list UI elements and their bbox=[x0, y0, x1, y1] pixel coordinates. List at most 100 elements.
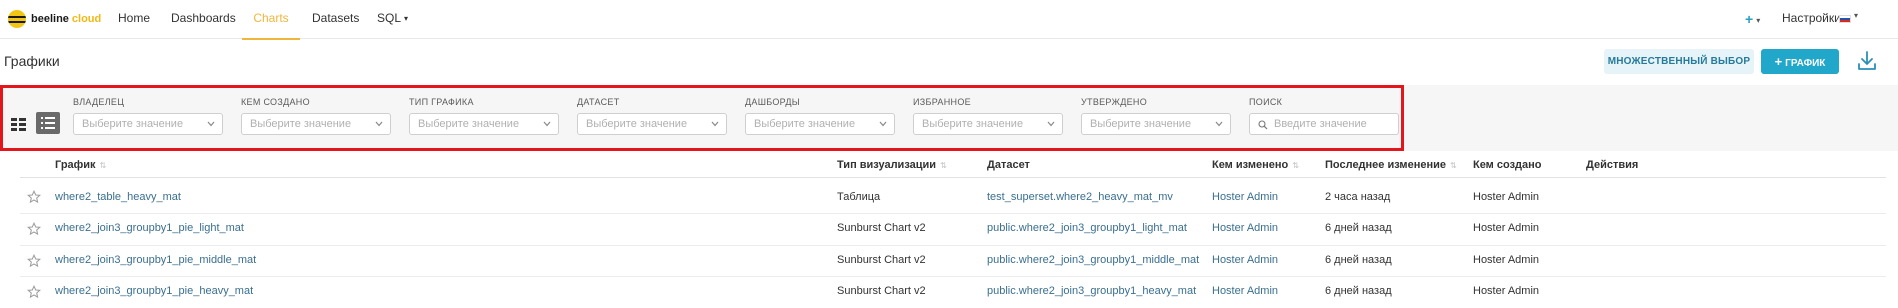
settings-label: Настройки bbox=[1782, 11, 1841, 25]
list-view-icon bbox=[41, 117, 55, 129]
nav-home[interactable]: Home bbox=[118, 0, 150, 38]
add-chart-label: ГРАФИК bbox=[1785, 58, 1826, 69]
favorite-star-icon[interactable] bbox=[27, 190, 41, 204]
sort-icon: ⇅ bbox=[1292, 161, 1299, 170]
chevron-down-icon: ▾ bbox=[1756, 16, 1761, 25]
filter-placeholder: Выберите значение bbox=[1090, 118, 1192, 130]
nav-datasets[interactable]: Datasets bbox=[312, 0, 359, 38]
chevron-down-icon bbox=[1215, 121, 1223, 127]
search-input[interactable]: Введите значение bbox=[1249, 113, 1399, 135]
filter-chart-type-select[interactable]: Выберите значение bbox=[409, 113, 559, 135]
table-row bbox=[20, 182, 1886, 214]
logo-text: beeline bbox=[31, 13, 69, 25]
filter-placeholder: Выберите значение bbox=[586, 118, 688, 130]
chevron-down-icon bbox=[1047, 121, 1055, 127]
nav-sql-label: SQL bbox=[377, 11, 402, 25]
last-modified: 6 дней назад bbox=[1325, 222, 1392, 234]
filter-owner-select[interactable]: Выберите значение bbox=[73, 113, 223, 135]
filter-placeholder: Выберите значение bbox=[82, 118, 184, 130]
favorite-star-icon[interactable] bbox=[27, 254, 41, 268]
chevron-down-icon bbox=[543, 121, 551, 127]
chevron-down-icon bbox=[879, 121, 887, 127]
modified-by-link[interactable]: Hoster Admin bbox=[1212, 253, 1278, 267]
filter-favorites-select[interactable]: Выберите значение bbox=[913, 113, 1063, 135]
settings-menu[interactable]: Настройки▾ bbox=[1782, 0, 1848, 38]
modified-by-link[interactable]: Hoster Admin bbox=[1212, 284, 1278, 298]
filter-label-created-by: КЕМ СОЗДАНО bbox=[241, 97, 310, 107]
chart-name-link[interactable]: where2_table_heavy_mat bbox=[55, 190, 181, 204]
dataset-link[interactable]: public.where2_join3_groupby1_light_mat bbox=[987, 221, 1187, 235]
search-placeholder: Введите значение bbox=[1274, 118, 1367, 130]
table-row bbox=[20, 214, 1886, 246]
top-navbar: beeline cloud Home Dashboards Charts Dat… bbox=[0, 0, 1898, 40]
sort-icon: ⇅ bbox=[99, 161, 107, 170]
last-modified: 6 дней назад bbox=[1325, 254, 1392, 266]
header-label: Датасет bbox=[987, 159, 1030, 171]
modified-by-link[interactable]: Hoster Admin bbox=[1212, 190, 1278, 204]
nav-charts[interactable]: Charts bbox=[242, 0, 300, 40]
table-row bbox=[20, 245, 1886, 277]
filter-label-favorites: ИЗБРАННОЕ bbox=[913, 97, 971, 107]
chevron-down-icon: ▾ bbox=[404, 14, 409, 23]
page-title: Графики bbox=[4, 53, 60, 69]
nav-home-label: Home bbox=[118, 11, 151, 25]
filter-label-dataset: ДАТАСЕТ bbox=[577, 97, 620, 107]
last-modified: 6 дней назад bbox=[1325, 285, 1392, 297]
header-label: Кем изменено bbox=[1212, 159, 1289, 171]
filter-created-by-select[interactable]: Выберите значение bbox=[241, 113, 391, 135]
filter-label-approved: УТВЕРЖДЕНО bbox=[1081, 97, 1148, 107]
column-header-modified-by[interactable]: Кем изменено ⇅ bbox=[1212, 159, 1299, 171]
header-label: Тип визуализации bbox=[837, 159, 937, 171]
filter-dataset-select[interactable]: Выберите значение bbox=[577, 113, 727, 135]
favorite-star-icon[interactable] bbox=[27, 222, 41, 236]
header-label: Последнее изменение bbox=[1325, 159, 1446, 171]
filter-placeholder: Выберите значение bbox=[754, 118, 856, 130]
sort-icon: ⇅ bbox=[940, 161, 947, 170]
table-row bbox=[20, 277, 1886, 308]
favorite-star-icon[interactable] bbox=[27, 285, 41, 299]
viz-type: Sunburst Chart v2 bbox=[837, 222, 926, 234]
header-label: График bbox=[55, 159, 96, 171]
list-view-toggle[interactable] bbox=[36, 112, 60, 134]
add-chart-button[interactable]: + ГРАФИК bbox=[1761, 49, 1839, 74]
multi-select-button[interactable]: МНОЖЕСТВЕННЫЙ ВЫБОР bbox=[1604, 49, 1754, 74]
russian-flag-icon[interactable] bbox=[1839, 15, 1851, 23]
viz-type: Sunburst Chart v2 bbox=[837, 285, 926, 297]
new-item-menu[interactable]: + ▾ bbox=[1745, 0, 1760, 38]
filter-dashboards-select[interactable]: Выберите значение bbox=[745, 113, 895, 135]
filter-label-dashboards: ДАШБОРДЫ bbox=[745, 97, 801, 107]
logo-text-accent: cloud bbox=[71, 13, 102, 25]
modified-by-link[interactable]: Hoster Admin bbox=[1212, 221, 1278, 235]
chevron-down-icon bbox=[207, 121, 215, 127]
created-by: Hoster Admin bbox=[1473, 254, 1540, 266]
download-icon[interactable] bbox=[1857, 50, 1877, 72]
column-header-viz-type[interactable]: Тип визуализации ⇅ bbox=[837, 159, 947, 171]
column-header-created-by[interactable]: Кем создано bbox=[1473, 159, 1542, 171]
chart-name-link[interactable]: where2_join3_groupby1_pie_heavy_mat bbox=[55, 284, 253, 298]
card-view-icon[interactable] bbox=[10, 116, 28, 134]
filter-placeholder: Выберите значение bbox=[418, 118, 520, 130]
dataset-link[interactable]: public.where2_join3_groupby1_heavy_mat bbox=[987, 284, 1196, 298]
filter-label-chart-type: ТИП ГРАФИКА bbox=[409, 97, 474, 107]
dataset-link[interactable]: public.where2_join3_groupby1_middle_mat bbox=[987, 253, 1199, 267]
created-by: Hoster Admin bbox=[1473, 222, 1540, 234]
plus-icon: + bbox=[1745, 11, 1754, 27]
chart-name-link[interactable]: where2_join3_groupby1_pie_middle_mat bbox=[55, 253, 256, 267]
column-header-chart[interactable]: График ⇅ bbox=[55, 159, 106, 171]
filter-approved-select[interactable]: Выберите значение bbox=[1081, 113, 1231, 135]
chevron-down-icon[interactable]: ▾ bbox=[1854, 11, 1858, 20]
column-header-dataset[interactable]: Датасет bbox=[987, 159, 1030, 171]
created-by: Hoster Admin bbox=[1473, 285, 1540, 297]
column-header-last-modified[interactable]: Последнее изменение ⇅ bbox=[1325, 159, 1457, 171]
chart-name-link[interactable]: where2_join3_groupby1_pie_light_mat bbox=[55, 221, 244, 235]
created-by: Hoster Admin bbox=[1473, 191, 1540, 203]
dataset-link[interactable]: test_superset.where2_heavy_mat_mv bbox=[987, 190, 1173, 204]
filter-label-search: ПОИСК bbox=[1249, 97, 1283, 107]
nav-sql-menu[interactable]: SQL ▾ bbox=[377, 0, 408, 38]
viz-type: Таблица bbox=[837, 191, 881, 203]
viz-type: Sunburst Chart v2 bbox=[837, 254, 926, 266]
plus-icon: + bbox=[1774, 54, 1783, 69]
brand-logo[interactable]: beeline cloud bbox=[8, 10, 101, 28]
chevron-down-icon bbox=[375, 121, 383, 127]
nav-dashboards[interactable]: Dashboards bbox=[171, 0, 236, 38]
